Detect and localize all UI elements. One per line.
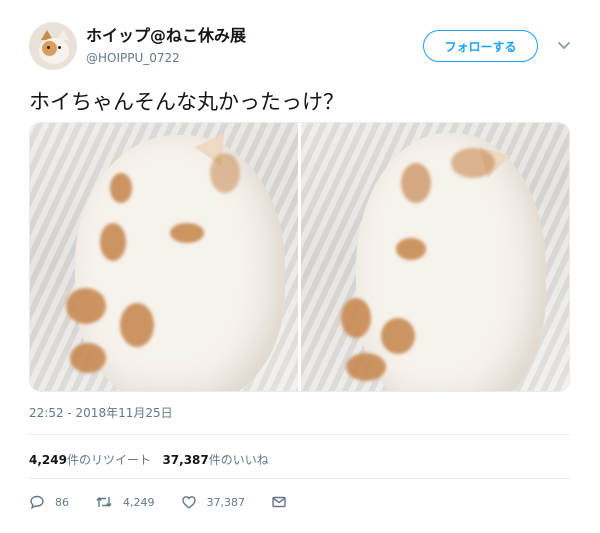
- retweets-count: 4,249: [29, 453, 67, 467]
- tweet-header: ホイップ@ねこ休み展 @HOIPPU_0722 フォローする: [29, 18, 579, 74]
- message-button[interactable]: [271, 494, 297, 510]
- tweet-actions: 86 4,249 37,387: [29, 492, 323, 512]
- message-icon: [272, 496, 286, 508]
- like-button[interactable]: 37,387: [181, 494, 246, 510]
- tweet-stats: 4,249件のリツイート 37,387件のいいね: [29, 451, 269, 468]
- chevron-down-icon[interactable]: [557, 38, 571, 52]
- like-icon: [181, 496, 196, 509]
- follow-button[interactable]: フォローする: [423, 30, 538, 62]
- likes-label: 件のいいね: [208, 453, 269, 467]
- retweet-button[interactable]: 4,249: [95, 494, 155, 510]
- retweet-count: 4,249: [123, 495, 155, 509]
- reply-count: 86: [55, 495, 69, 509]
- tweet-timestamp[interactable]: 22:52 - 2018年11月25日: [29, 404, 173, 421]
- likes-count: 37,387: [162, 453, 209, 467]
- cat-photo-left[interactable]: [30, 123, 298, 391]
- tweet-text: ホイちゃんそんな丸かったっけ？: [29, 90, 344, 114]
- reply-icon: [30, 495, 44, 510]
- retweet-stat[interactable]: 4,249件のリツイート: [29, 453, 151, 467]
- user-handle[interactable]: @HOIPPU_0722: [86, 51, 246, 65]
- avatar[interactable]: [29, 22, 77, 70]
- retweet-icon: [96, 496, 112, 508]
- retweets-label: 件のリツイート: [66, 453, 151, 467]
- user-names: ホイップ@ねこ休み展 @HOIPPU_0722: [86, 22, 246, 65]
- divider: [29, 434, 570, 435]
- like-count: 37,387: [206, 495, 246, 509]
- reply-button[interactable]: 86: [29, 494, 69, 510]
- like-stat[interactable]: 37,387件のいいね: [162, 453, 268, 467]
- display-name[interactable]: ホイップ@ねこ休み展: [86, 22, 246, 46]
- tweet-media[interactable]: [29, 122, 570, 392]
- cat-photo-right[interactable]: [301, 123, 569, 391]
- divider: [29, 478, 570, 479]
